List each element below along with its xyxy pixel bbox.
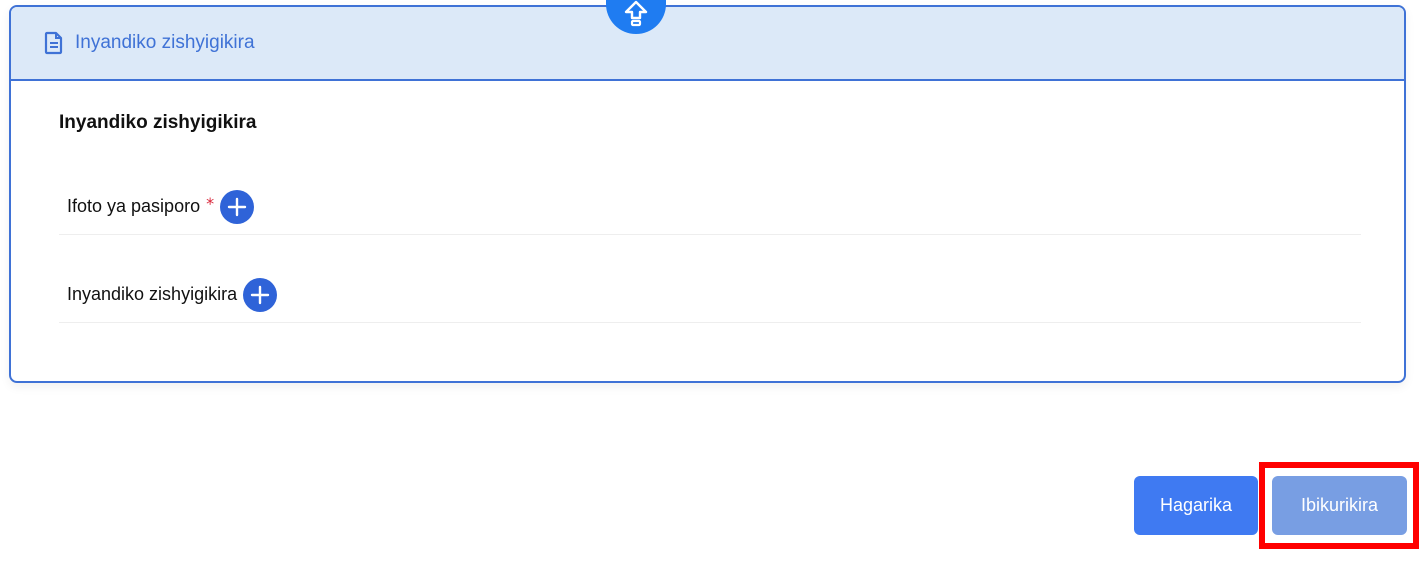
supporting-documents-row: Inyandiko zishyigikira <box>59 267 1361 323</box>
section-title: Inyandiko zishyigikira <box>59 112 257 133</box>
passport-photo-row: Ifoto ya pasiporo * <box>59 179 1361 235</box>
upload-icon <box>624 0 648 27</box>
supporting-documents-label: Inyandiko zishyigikira <box>67 284 238 304</box>
add-passport-photo-button[interactable] <box>220 189 255 224</box>
card-header: Inyandiko zishyigikira <box>11 7 1404 81</box>
page: Inyandiko zishyigikira Inyandiko zishyig… <box>0 0 1428 564</box>
add-supporting-document-button[interactable] <box>243 277 278 312</box>
cancel-button[interactable]: Hagarika <box>1134 476 1258 535</box>
passport-photo-label: Ifoto ya pasiporo <box>67 196 201 216</box>
next-button[interactable]: Ibikurikira <box>1272 476 1407 535</box>
document-icon <box>43 31 65 55</box>
supporting-documents-card: Inyandiko zishyigikira Inyandiko zishyig… <box>9 5 1406 383</box>
card-header-title: Inyandiko zishyigikira <box>75 32 255 53</box>
plus-icon <box>250 285 270 304</box>
plus-icon <box>227 197 247 216</box>
required-marker: * <box>206 194 215 213</box>
